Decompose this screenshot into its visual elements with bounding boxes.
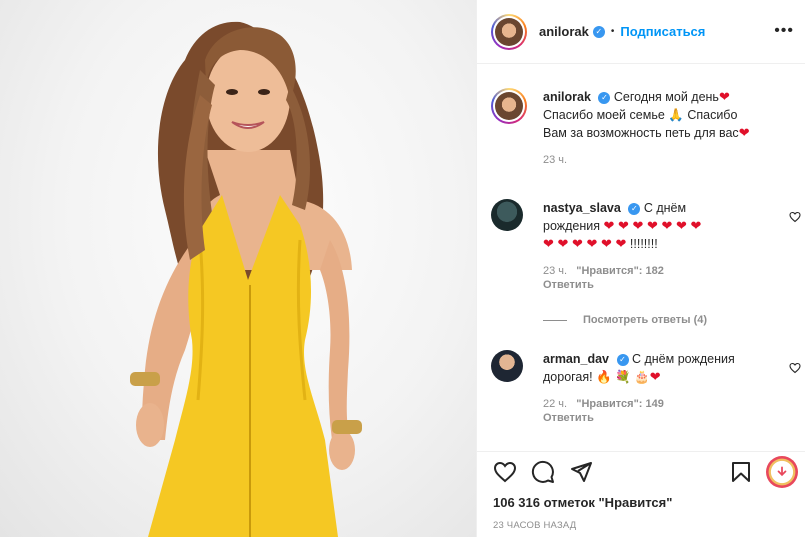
red-heart-icon: ❤ ❤ ❤ ❤ ❤ ❤ ❤ <box>603 218 702 233</box>
red-heart-icon: ❤ ❤ ❤ ❤ ❤ ❤ <box>543 236 627 251</box>
caption-line-2b: Спасибо <box>687 108 738 122</box>
comment-icon[interactable] <box>531 460 555 484</box>
caption-username[interactable]: anilorak <box>543 90 591 104</box>
like-comment-heart-icon[interactable] <box>789 362 801 374</box>
author-avatar[interactable] <box>491 13 527 50</box>
comment-text-word: рождения <box>543 219 601 233</box>
view-replies-button[interactable]: Посмотреть ответы (4) <box>543 314 707 326</box>
emoji-group: 🔥 💐 🎂 <box>596 370 650 384</box>
posted-time: 23 ЧАСОВ НАЗАД <box>493 520 577 531</box>
comment-text: arman_dav ✓ С днём рождения дорогая! 🔥 💐… <box>543 350 791 386</box>
caption-line-1: Сегодня мой день <box>613 90 719 104</box>
follow-button[interactable]: Подписаться <box>620 24 705 39</box>
caption-line-2: Спасибо моей семье <box>543 108 665 122</box>
comment-meta: 23 ч. "Нравится": 182 <box>543 265 791 277</box>
red-heart-icon: ❤ <box>649 369 661 384</box>
verified-badge-icon: ✓ <box>628 203 641 215</box>
comment-meta: 22 ч. "Нравится": 149 <box>543 398 791 410</box>
divider <box>543 319 567 321</box>
separator-dot: • <box>610 26 615 37</box>
post-side-panel: anilorak ✓ • Подписаться ••• anilorak ✓ … <box>476 0 805 537</box>
share-icon[interactable] <box>569 460 593 484</box>
author-username[interactable]: anilorak <box>539 24 589 39</box>
caption: anilorak ✓ Сегодня мой день❤ Спасибо мое… <box>491 88 791 166</box>
bookmark-icon[interactable] <box>729 460 753 484</box>
post-header: anilorak ✓ • Подписаться ••• <box>477 0 805 64</box>
post-actions: 106 316 отметок "Нравится" 23 ЧАСОВ НАЗА… <box>477 451 805 537</box>
comment-text-start: С днём <box>643 201 687 215</box>
comment-likes[interactable]: "Нравится": 182 <box>576 265 664 277</box>
commenter-avatar[interactable] <box>491 350 523 382</box>
comment-likes[interactable]: "Нравится": 149 <box>576 398 664 410</box>
reply-button[interactable]: Ответить <box>543 412 791 424</box>
woman-in-yellow-jumpsuit-image <box>130 21 362 537</box>
download-extension-icon[interactable] <box>766 456 798 488</box>
commenter-avatar[interactable] <box>491 199 523 231</box>
comment-item: nastya_slava ✓ С днём рождения ❤ ❤ ❤ ❤ ❤… <box>491 199 801 291</box>
folded-hands-icon: 🙏 <box>668 108 684 122</box>
commenter-username[interactable]: nastya_slava <box>543 201 621 215</box>
comment-text: nastya_slava ✓ С днём рождения ❤ ❤ ❤ ❤ ❤… <box>543 199 791 253</box>
comment-text-line-2: дорогая! <box>543 370 593 384</box>
comment-text-start: С днём рождения <box>631 352 735 366</box>
reply-button[interactable]: Ответить <box>543 279 791 291</box>
caption-time: 23 ч. <box>543 154 568 166</box>
verified-badge-icon: ✓ <box>598 92 611 104</box>
comment-item: arman_dav ✓ С днём рождения дорогая! 🔥 💐… <box>491 350 801 424</box>
likes-count[interactable]: 106 316 отметок "Нравится" <box>493 495 672 510</box>
comment-exclaims: !!!!!!!! <box>629 237 658 251</box>
red-heart-icon: ❤ <box>738 125 750 140</box>
caption-text: anilorak ✓ Сегодня мой день❤ Спасибо мое… <box>543 88 791 142</box>
caption-line-3: Вам за возможность петь для вас <box>543 126 739 140</box>
post-photo[interactable] <box>0 0 476 537</box>
comment-time: 23 ч. <box>543 265 568 277</box>
comments-section: anilorak ✓ Сегодня мой день❤ Спасибо мое… <box>477 64 805 451</box>
red-heart-icon: ❤ <box>718 89 730 104</box>
caption-avatar[interactable] <box>491 88 527 124</box>
like-comment-heart-icon[interactable] <box>789 211 801 223</box>
verified-badge-icon: ✓ <box>592 25 605 38</box>
verified-badge-icon: ✓ <box>616 354 629 366</box>
commenter-username[interactable]: arman_dav <box>543 352 609 366</box>
heart-icon[interactable] <box>493 460 517 484</box>
more-options-icon[interactable]: ••• <box>774 22 794 40</box>
view-replies-label: Посмотреть ответы (4) <box>583 314 708 326</box>
comment-time: 22 ч. <box>543 398 568 410</box>
